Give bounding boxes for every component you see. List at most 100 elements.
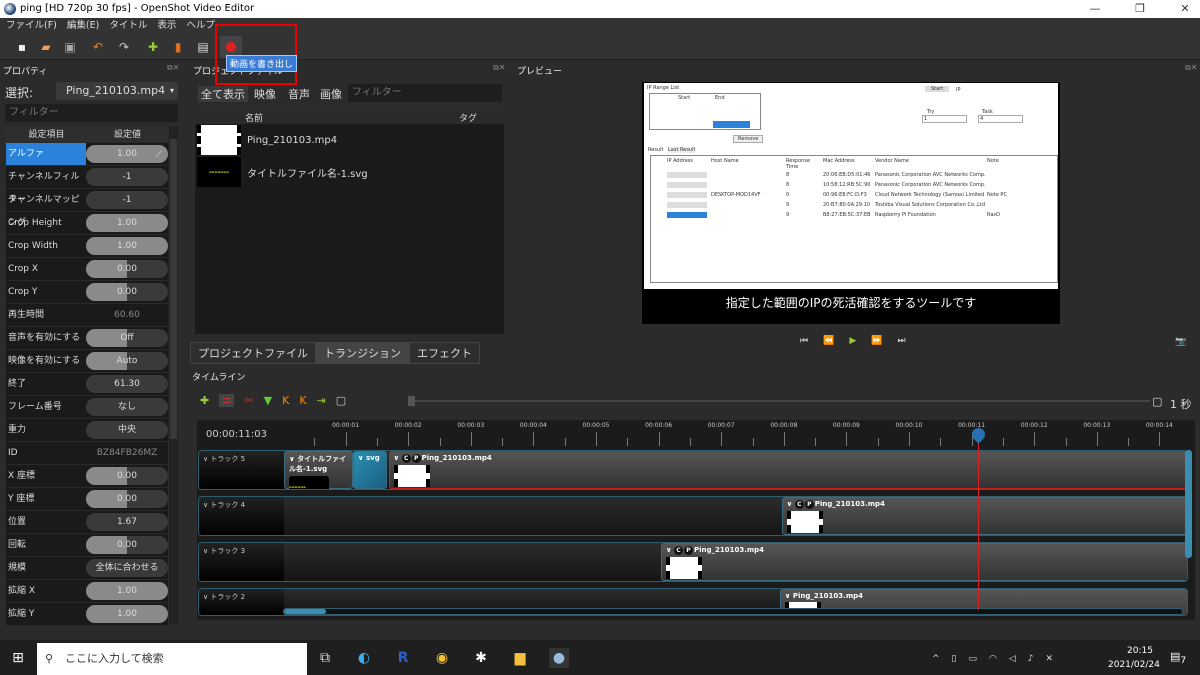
notifications-icon[interactable]: ▤7 xyxy=(1170,650,1186,666)
properties-filter-input[interactable] xyxy=(5,104,178,122)
transition-clip[interactable]: ∨ svg xyxy=(352,451,388,489)
track-header[interactable]: ∨ トラック 5 xyxy=(199,451,284,489)
timeline-clip[interactable]: ∨ C P Ping_210103.mp4 xyxy=(781,497,1187,535)
filter-tab-video[interactable]: 映像 xyxy=(254,86,276,102)
camera-icon[interactable]: 📷 xyxy=(1175,337,1186,347)
add-track-icon[interactable]: ✚ xyxy=(200,394,209,407)
new-project-icon[interactable]: ▪ xyxy=(14,39,30,55)
property-row[interactable]: 音声を有効にする Off xyxy=(6,327,168,350)
openshot-taskbar-icon[interactable]: ● xyxy=(549,648,569,668)
property-row[interactable]: 位置 1.67 xyxy=(6,511,168,534)
property-value[interactable]: 1.67 xyxy=(86,513,168,531)
file-item[interactable]: Ping_210103.mp4 xyxy=(195,124,504,156)
fullscreen-icon[interactable]: ▤ xyxy=(195,39,211,55)
property-row[interactable]: 規模 全体に合わせる xyxy=(6,557,168,580)
track-header[interactable]: ∨ トラック 2 xyxy=(199,589,284,615)
close-button[interactable]: ✕ xyxy=(1170,0,1200,18)
timeline-hscrollbar[interactable] xyxy=(283,608,1183,615)
property-value[interactable]: 61.30 xyxy=(86,375,168,393)
filter-tab-audio[interactable]: 音声 xyxy=(288,86,310,102)
add-marker-icon[interactable]: ▼ xyxy=(264,394,272,407)
track-header[interactable]: ∨ トラック 3 xyxy=(199,543,284,581)
r-app-icon[interactable]: R xyxy=(393,648,413,668)
app-icon[interactable]: ✱ xyxy=(471,648,491,668)
timeline-track[interactable]: ∨ トラック 4 ∨ C P Ping_210103.mp4 xyxy=(198,496,1188,536)
menu-title[interactable]: タイトル xyxy=(109,18,147,34)
property-row[interactable]: 回転 0.00 xyxy=(6,534,168,557)
property-row[interactable]: Crop Y 0.00 xyxy=(6,281,168,304)
menu-file[interactable]: ファイル(F) xyxy=(6,18,57,34)
files-filter-input[interactable] xyxy=(348,84,502,102)
property-row[interactable]: フレーム番号 なし xyxy=(6,396,168,419)
next-marker-icon[interactable]: K xyxy=(299,394,306,407)
property-row[interactable]: チャンネルフィルター -1 xyxy=(6,166,168,205)
task-view-icon[interactable]: ⧉ xyxy=(315,648,335,668)
property-value[interactable]: 1.00 ⟋ xyxy=(86,145,168,163)
redo-icon[interactable]: ↷ xyxy=(116,39,132,55)
timeline-track[interactable]: ∨ トラック 5 ∨ タイトルファイル名-1.svg ▬▬▬▬▬▬ ∨ svg ∨ CP… xyxy=(198,450,1188,490)
menu-edit[interactable]: 編集(E) xyxy=(67,18,99,34)
tab-effects[interactable]: エフェクト xyxy=(409,342,480,364)
file-explorer-icon[interactable]: ▆ xyxy=(510,648,530,668)
rewind-icon[interactable]: ⏪ xyxy=(823,336,834,346)
timeline-track[interactable]: ∨ トラック 3 ∨ C P Ping_210103.mp4 xyxy=(198,542,1188,582)
property-value[interactable]: 中央 xyxy=(86,421,168,439)
choose-profile-icon[interactable]: ▮ xyxy=(170,39,186,55)
clip-select-dropdown[interactable]: Ping_210103.mp4 ▾ xyxy=(56,82,178,100)
center-playhead-icon[interactable]: ⇥ xyxy=(317,394,326,407)
minimize-button[interactable]: — xyxy=(1080,0,1110,18)
jump-end-icon[interactable]: ⏭ xyxy=(897,336,905,346)
property-value[interactable]: 1.00 xyxy=(86,214,168,232)
property-value[interactable]: Auto xyxy=(86,352,168,370)
property-row[interactable]: 重力 中央 xyxy=(6,419,168,442)
taskbar-search[interactable]: ⚲ ここに入力して検索 xyxy=(37,643,307,675)
property-value[interactable]: 0.00 xyxy=(86,260,168,278)
property-value[interactable]: -1 xyxy=(86,191,168,209)
property-value[interactable]: 1.00 xyxy=(86,582,168,600)
chrome-icon[interactable]: ◉ xyxy=(432,648,452,668)
dock-controls-icon[interactable]: ⧉✕ xyxy=(493,63,505,73)
property-value[interactable]: 0.00 xyxy=(86,490,168,508)
property-value[interactable]: -1 xyxy=(86,168,168,186)
property-value[interactable]: 0.00 xyxy=(86,283,168,301)
property-row[interactable]: アルファ 1.00 ⟋ xyxy=(6,143,168,166)
fast-forward-icon[interactable]: ⏩ xyxy=(871,336,882,346)
razor-icon[interactable]: ✂ xyxy=(244,394,253,407)
property-row[interactable]: Y 座標 0.00 xyxy=(6,488,168,511)
zoom-slider[interactable] xyxy=(408,396,1150,406)
menu-help[interactable]: ヘルプ xyxy=(186,18,215,34)
timeline-area[interactable]: 00:00:11:03 00:00:01 00:00:02 00:00:03 00:0… xyxy=(197,420,1195,620)
property-value[interactable]: 0.00 xyxy=(86,467,168,485)
property-row[interactable]: 拡縮 X 1.00 xyxy=(6,580,168,603)
property-row[interactable]: Crop Height 1.00 xyxy=(6,212,168,235)
edge-icon[interactable]: ◐ xyxy=(354,648,374,668)
tab-transitions[interactable]: トランジション xyxy=(316,342,409,364)
property-value[interactable]: 全体に合わせる xyxy=(86,559,168,577)
timeline-clip[interactable]: ∨ C P Ping_210103.mp4 xyxy=(388,451,1187,489)
file-item[interactable]: ▬▬▬▬▬▬▬ タイトルファイル名-1.svg xyxy=(195,156,504,188)
timeline-clip[interactable]: ∨ タイトルファイル名-1.svg ▬▬▬▬▬▬ xyxy=(284,451,353,489)
property-row[interactable]: 映像を有効にする Auto xyxy=(6,350,168,373)
previous-marker-icon[interactable]: K xyxy=(282,394,289,407)
jump-start-icon[interactable]: ⏮ xyxy=(800,336,808,346)
property-row[interactable]: チャンネルマッピング -1 xyxy=(6,189,168,228)
timeline-clip[interactable]: ∨ C P Ping_210103.mp4 xyxy=(660,543,1187,581)
property-value[interactable]: なし xyxy=(86,398,168,416)
save-project-icon[interactable]: ▣ xyxy=(62,39,78,55)
property-row[interactable]: Crop X 0.00 xyxy=(6,258,168,281)
clock-time[interactable]: 20:15 xyxy=(1120,646,1160,656)
property-row[interactable]: 拡縮 Y 1.00 xyxy=(6,603,168,626)
play-icon[interactable]: ▶ xyxy=(849,336,856,346)
undo-icon[interactable]: ↶ xyxy=(90,39,106,55)
import-files-icon[interactable]: ✚ xyxy=(145,39,161,55)
windows-start-icon[interactable]: ⊞ xyxy=(8,648,28,668)
maximize-button[interactable]: ❐ xyxy=(1125,0,1155,18)
zoom-out-icon[interactable]: ▢ xyxy=(336,394,346,407)
timeline-vscrollbar[interactable] xyxy=(1185,450,1192,558)
clock-date[interactable]: 2021/02/24 xyxy=(1108,660,1160,670)
menu-view[interactable]: 表示 xyxy=(157,18,176,34)
property-row[interactable]: ID BZ84FB26MZ xyxy=(6,442,168,465)
track-header[interactable]: ∨ トラック 4 xyxy=(199,497,284,535)
property-row[interactable]: 終了 61.30 xyxy=(6,373,168,396)
properties-scrollbar[interactable] xyxy=(169,127,178,624)
